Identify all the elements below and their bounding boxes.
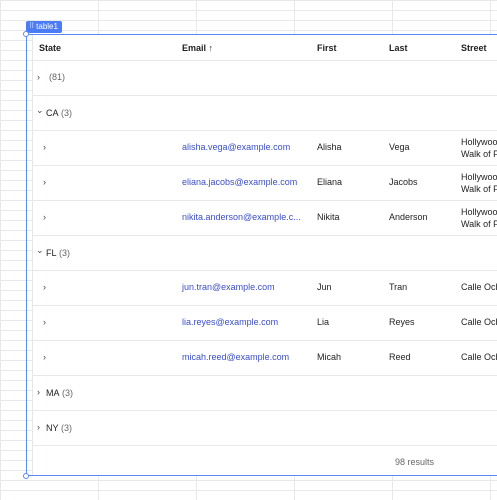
street-cell-line1: Calle Och [461, 317, 497, 327]
group-count: (3) [62, 388, 73, 398]
last-name-cell: Reed [389, 352, 411, 362]
sort-ascending-icon: ↑ [208, 43, 214, 53]
column-header-first[interactable]: First [317, 43, 337, 53]
email-link[interactable]: alisha.vega@example.com [182, 142, 290, 152]
street-cell-line1: Hollywoo [461, 207, 497, 217]
column-header-last[interactable]: Last [389, 43, 408, 53]
group-row-ca[interactable]: ⌄ CA (3) [33, 96, 497, 131]
street-cell-line1: Calle Och [461, 282, 497, 292]
column-header-email[interactable]: Email ↑ [182, 43, 213, 53]
chevron-right-icon[interactable]: › [37, 422, 40, 432]
email-link[interactable]: micah.reed@example.com [182, 352, 289, 362]
table-row[interactable]: › lia.reyes@example.com Lia Reyes Calle … [33, 306, 497, 341]
group-label: CA [46, 108, 59, 118]
column-header-street[interactable]: Street [461, 43, 487, 53]
table-row[interactable]: › jun.tran@example.com Jun Tran Calle Oc… [33, 271, 497, 306]
first-name-cell: Micah [317, 352, 342, 362]
chevron-right-icon[interactable]: › [43, 282, 46, 292]
column-header-state[interactable]: State [39, 43, 61, 53]
group-row-ny[interactable]: › NY (3) [33, 411, 497, 446]
drag-grip-icon[interactable]: ⠿ [29, 21, 34, 33]
data-table: State Email ↑ First Last Street › (81) ⌄… [32, 35, 497, 475]
group-label: FL [46, 248, 57, 258]
first-name-cell: Alisha [317, 142, 342, 152]
group-count: (3) [59, 248, 70, 258]
street-cell-line2: Walk of F [461, 149, 497, 159]
table-row[interactable]: › micah.reed@example.com Micah Reed Call… [33, 341, 497, 376]
resize-handle-bottom-left[interactable] [23, 473, 29, 479]
group-count: (81) [49, 72, 66, 82]
component-tag[interactable]: ⠿ table1 [26, 21, 62, 33]
table-row[interactable]: › eliana.jacobs@example.com Eliana Jacob… [33, 166, 497, 201]
first-name-cell: Eliana [317, 177, 343, 187]
chevron-right-icon[interactable]: › [43, 352, 46, 362]
group-row-blank[interactable]: › (81) [33, 61, 497, 96]
last-name-cell: Jacobs [389, 177, 418, 187]
group-row-fl[interactable]: ⌄ FL (3) [33, 236, 497, 271]
email-link[interactable]: nikita.anderson@example.c... [182, 212, 301, 222]
first-name-cell: Lia [317, 317, 330, 327]
first-name-cell: Nikita [317, 212, 340, 222]
group-count: (3) [61, 423, 72, 433]
table-header-row: State Email ↑ First Last Street [33, 35, 497, 61]
group-count: (3) [61, 108, 72, 118]
street-cell-line2: Walk of F [461, 219, 497, 229]
column-header-email-label: Email [182, 43, 207, 53]
table-footer: 98 results [33, 452, 497, 475]
resize-handle-top-left[interactable] [23, 31, 29, 37]
chevron-right-icon[interactable]: › [37, 72, 40, 82]
group-label: MA [46, 388, 60, 398]
email-link[interactable]: jun.tran@example.com [182, 282, 275, 292]
email-link[interactable]: lia.reyes@example.com [182, 317, 278, 327]
last-name-cell: Anderson [389, 212, 428, 222]
chevron-right-icon[interactable]: › [43, 142, 46, 152]
chevron-down-icon[interactable]: ⌄ [36, 105, 44, 116]
chevron-right-icon[interactable]: › [43, 177, 46, 187]
chevron-right-icon[interactable]: › [37, 387, 40, 397]
street-cell-line1: Calle Och [461, 352, 497, 362]
street-cell-line1: Hollywoo [461, 172, 497, 182]
email-link[interactable]: eliana.jacobs@example.com [182, 177, 297, 187]
chevron-down-icon[interactable]: ⌄ [36, 245, 44, 256]
table-row[interactable]: › nikita.anderson@example.c... Nikita An… [33, 201, 497, 236]
results-count: 98 results [395, 457, 435, 467]
last-name-cell: Tran [389, 282, 408, 292]
table-row[interactable]: › alisha.vega@example.com Alisha Vega Ho… [33, 131, 497, 166]
component-tag-label: table1 [36, 22, 58, 31]
group-row-ma[interactable]: › MA (3) [33, 376, 497, 411]
street-cell-line1: Hollywoo [461, 137, 497, 147]
last-name-cell: Reyes [389, 317, 415, 327]
street-cell-line2: Walk of F [461, 184, 497, 194]
last-name-cell: Vega [389, 142, 410, 152]
first-name-cell: Jun [317, 282, 332, 292]
chevron-right-icon[interactable]: › [43, 212, 46, 222]
chevron-right-icon[interactable]: › [43, 317, 46, 327]
group-label: NY [46, 423, 59, 433]
